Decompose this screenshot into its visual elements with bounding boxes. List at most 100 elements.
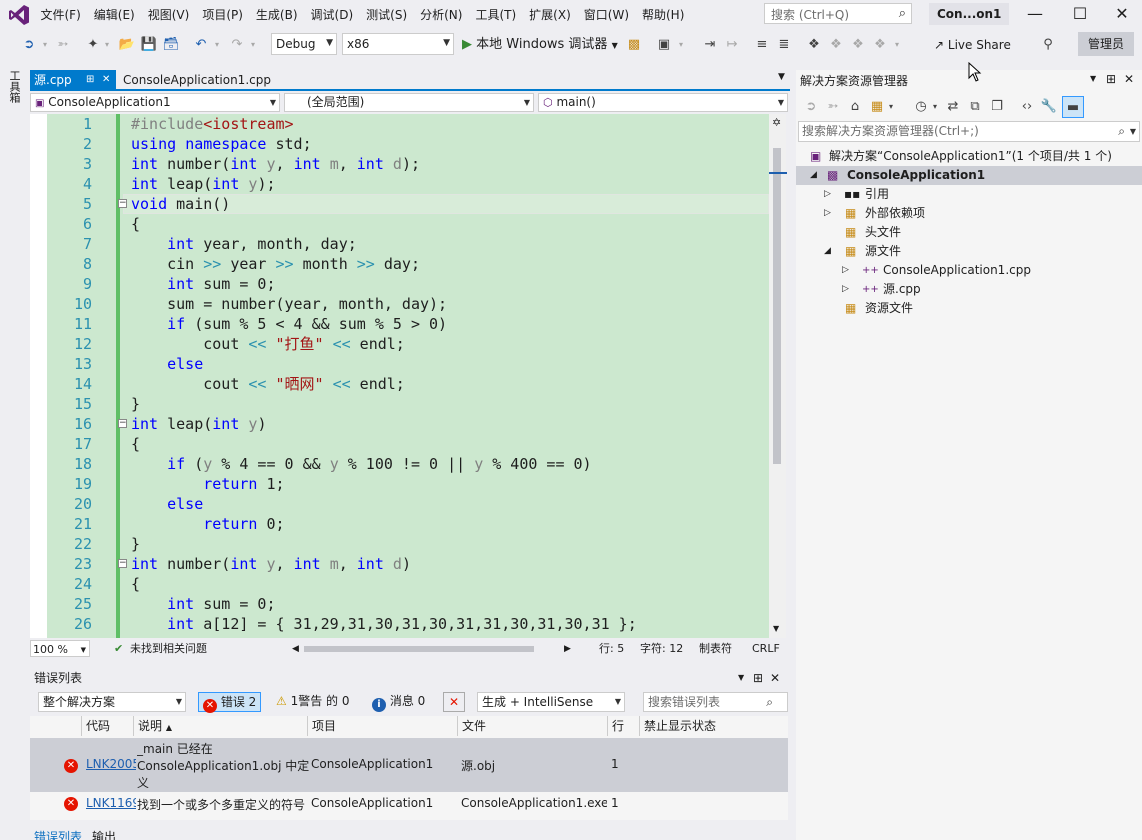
- table-row[interactable]: ✕ LNK2005 _main 已经在 ConsoleApplication1.…: [30, 738, 788, 792]
- tree-item-references[interactable]: ▷ ▪▪ 引用: [796, 185, 1142, 204]
- uncomment-lines-icon[interactable]: ≣: [774, 34, 794, 56]
- scroll-right-icon[interactable]: ▶: [564, 640, 571, 658]
- back-icon[interactable]: ➲: [802, 96, 820, 118]
- error-code-link[interactable]: LNK1169: [86, 796, 136, 810]
- table-row[interactable]: ✕ LNK1169 找到一个或多个多重定义的符号 ConsoleApplicat…: [30, 794, 788, 814]
- feedback-icon[interactable]: ⚲: [1038, 34, 1058, 56]
- redo-icon[interactable]: ↷: [228, 34, 246, 56]
- scroll-down-icon[interactable]: ▼: [773, 624, 779, 633]
- sync-active-document-icon[interactable]: ⇄: [944, 96, 962, 118]
- menu-window[interactable]: 窗口(W): [577, 0, 635, 30]
- open-folder-icon[interactable]: 📂: [118, 34, 136, 56]
- search-options-icon[interactable]: ▼: [1130, 122, 1136, 141]
- code-editor[interactable]: 1 #include<iostream> 2 using namespace std…: [30, 114, 769, 638]
- navigate-forward-icon[interactable]: ➳: [54, 34, 72, 56]
- pin-icon[interactable]: ⊞: [86, 70, 94, 90]
- menu-test[interactable]: 测试(S): [360, 0, 414, 30]
- save-icon[interactable]: 💾: [140, 34, 158, 56]
- close-button[interactable]: ✕: [1102, 0, 1142, 30]
- tree-item-source-files[interactable]: ◢ ▦ 源文件: [796, 242, 1142, 261]
- publish-icon[interactable]: ▩: [624, 34, 644, 56]
- collapsed-chevron-icon[interactable]: ▷: [824, 204, 831, 223]
- visual-studio-logo-icon[interactable]: [8, 4, 30, 26]
- home-icon[interactable]: ⌂: [846, 96, 864, 118]
- column-header-file[interactable]: 文件: [458, 716, 608, 736]
- menu-view[interactable]: 视图(V): [141, 0, 196, 30]
- show-all-files-icon[interactable]: ❐: [988, 96, 1006, 118]
- solution-explorer-search[interactable]: 搜索解决方案资源管理器(Ctrl+;) ⌕ ▼: [798, 121, 1140, 142]
- close-icon[interactable]: ✕: [1124, 72, 1134, 86]
- close-icon[interactable]: ✕: [102, 70, 110, 90]
- project-navigation-dropdown[interactable]: ▣ ConsoleApplication1 ▼: [30, 93, 280, 112]
- switch-views-icon[interactable]: ▦: [868, 96, 886, 118]
- solution-platform-dropdown[interactable]: x86 ▼: [342, 33, 454, 55]
- tree-item-consoleapplication1-cpp[interactable]: ▷ ++ ConsoleApplication1.cpp: [796, 261, 1142, 280]
- column-header-description[interactable]: 说明 ▲: [134, 716, 308, 736]
- collapsed-chevron-icon[interactable]: ▷: [842, 261, 849, 280]
- tree-item-resource-files[interactable]: ▦ 资源文件: [796, 299, 1142, 318]
- column-header-code[interactable]: 代码: [82, 716, 134, 736]
- menu-help[interactable]: 帮助(H): [636, 0, 691, 30]
- navigate-back-icon[interactable]: ➲: [20, 34, 38, 56]
- live-share-button[interactable]: ↗ Live Share: [934, 34, 1020, 56]
- step-over-icon[interactable]: ↦: [722, 34, 742, 56]
- previous-bookmark-icon[interactable]: ❖: [826, 34, 846, 56]
- clear-bookmarks-icon[interactable]: ❖: [870, 34, 890, 56]
- tree-item-source-cpp[interactable]: ▷ ++ 源.cpp: [796, 280, 1142, 299]
- save-all-icon[interactable]: 🗃: [162, 34, 180, 56]
- view-code-icon[interactable]: ‹›: [1018, 96, 1036, 118]
- menu-build[interactable]: 生成(B): [249, 0, 304, 30]
- collapse-icon[interactable]: −: [118, 199, 127, 208]
- collapsed-chevron-icon[interactable]: ▷: [824, 185, 831, 204]
- menu-edit[interactable]: 编辑(E): [87, 0, 141, 30]
- pending-changes-filter-icon[interactable]: ◷: [912, 96, 930, 118]
- undo-dropdown-icon[interactable]: ▾: [212, 34, 222, 56]
- menu-debug[interactable]: 调试(D): [304, 0, 360, 30]
- redo-dropdown-icon[interactable]: ▾: [248, 34, 258, 56]
- zoom-dropdown[interactable]: 100 % ▼: [30, 640, 90, 657]
- start-debugging-button[interactable]: ▶ 本地 Windows 调试器 ▼: [462, 34, 622, 56]
- member-navigation-dropdown[interactable]: ⬡ main() ▼: [538, 93, 788, 112]
- switch-views-dropdown-icon[interactable]: ▾: [886, 96, 896, 118]
- back-dropdown-icon[interactable]: ▾: [40, 34, 50, 56]
- tree-item-solution[interactable]: ▣ 解决方案“ConsoleApplication1”(1 个项目/共 1 个): [796, 147, 1142, 166]
- horizontal-scrollbar-thumb[interactable]: [304, 646, 534, 652]
- tab-error-list[interactable]: 错误列表: [34, 828, 82, 840]
- tree-item-project[interactable]: ◢ ▩ ConsoleApplication1: [796, 166, 1142, 185]
- column-header-project[interactable]: 项目: [308, 716, 458, 736]
- step-into-icon[interactable]: ⇥: [700, 34, 720, 56]
- filter-dropdown-icon[interactable]: ▾: [930, 96, 940, 118]
- menu-analyze[interactable]: 分析(N): [414, 0, 469, 30]
- collapse-all-icon[interactable]: ⧉: [966, 96, 984, 118]
- minimize-button[interactable]: —: [1012, 0, 1058, 30]
- tabs-indicator[interactable]: 制表符: [699, 640, 732, 658]
- errors-filter-toggle[interactable]: ✕ 错误 2: [198, 692, 262, 713]
- new-dropdown-icon[interactable]: ▾: [102, 34, 112, 56]
- forward-icon[interactable]: ➳: [824, 96, 842, 118]
- split-editor-icon[interactable]: ✡: [772, 116, 781, 129]
- scroll-left-icon[interactable]: ◀: [292, 640, 299, 658]
- quick-launch-search[interactable]: 搜索 (Ctrl+Q) ⌕: [764, 3, 912, 24]
- line-ending-indicator[interactable]: CRLF: [752, 640, 780, 658]
- maximize-button[interactable]: ☐: [1057, 0, 1103, 30]
- toolbox-tab[interactable]: 工具箱: [6, 70, 21, 103]
- solution-configuration-dropdown[interactable]: Debug ▼: [271, 33, 337, 55]
- tab-overflow-icon[interactable]: ▼: [778, 72, 785, 82]
- tab-source-cpp[interactable]: 源.cpp ⊞ ✕: [30, 70, 116, 91]
- pin-icon[interactable]: ⊞: [1106, 72, 1116, 86]
- collapsed-chevron-icon[interactable]: ▷: [842, 280, 849, 299]
- menu-project[interactable]: 项目(P): [196, 0, 250, 30]
- properties-icon[interactable]: 🔧: [1040, 96, 1058, 118]
- comment-lines-icon[interactable]: ≡: [752, 34, 772, 56]
- tab-output[interactable]: 输出: [92, 828, 116, 840]
- toolbar-overflow-icon[interactable]: ▾: [892, 34, 902, 56]
- window-menu-icon[interactable]: ▼: [1090, 74, 1096, 83]
- editor-vertical-scrollbar[interactable]: ✡ ▼: [769, 114, 786, 638]
- error-list-search[interactable]: 搜索错误列表 ⌕: [643, 692, 788, 712]
- collapse-icon[interactable]: −: [118, 559, 127, 568]
- error-code-link[interactable]: LNK2005: [86, 757, 136, 771]
- browser-link-icon[interactable]: ▣: [654, 34, 674, 56]
- menu-file[interactable]: 文件(F): [34, 0, 87, 30]
- warnings-filter-toggle[interactable]: ⚠ 1警告 的 0: [272, 692, 354, 712]
- error-scope-dropdown[interactable]: 整个解决方案 ▼: [38, 692, 186, 712]
